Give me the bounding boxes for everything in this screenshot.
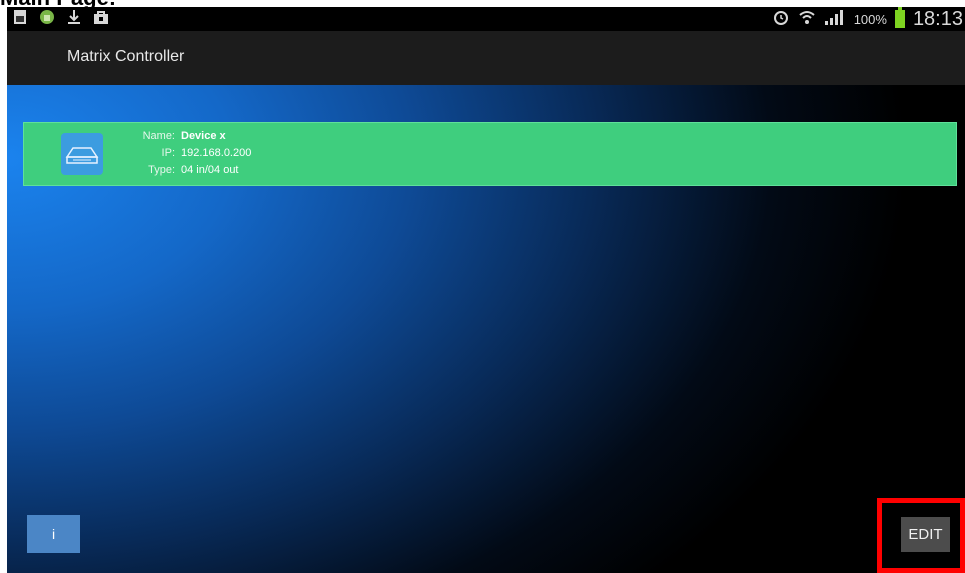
battery-percent: 100% <box>853 11 887 27</box>
android-icon <box>39 9 55 30</box>
device-name-label: Name: <box>142 130 175 142</box>
alarm-icon <box>772 8 790 31</box>
edit-button[interactable]: EDIT <box>901 517 950 552</box>
app-title: Matrix Controller <box>67 48 185 65</box>
device-list-item[interactable]: Name: IP: Type: Device x 192.168.0.200 0… <box>23 122 957 186</box>
status-bar-notifications <box>13 9 109 29</box>
wifi-icon <box>798 8 816 31</box>
status-bar-system: 100% 18:13 <box>772 7 963 31</box>
device-name-value: Device x <box>181 130 226 142</box>
shopping-bag-icon <box>93 9 109 30</box>
battery-icon <box>894 7 905 28</box>
device-labels: Name: IP: Type: <box>24 128 175 179</box>
device-screen: 100% 18:13 Matrix Controller Name: IP: T… <box>7 7 965 573</box>
status-time: 18:13 <box>912 7 963 30</box>
action-bar: Matrix Controller <box>7 31 965 85</box>
device-ip-value: 192.168.0.200 <box>181 147 252 159</box>
info-button[interactable]: i <box>27 515 80 553</box>
device-values: Device x 192.168.0.200 04 in/04 out <box>181 128 251 179</box>
device-ip-label: IP: <box>161 147 175 159</box>
sim-card-icon <box>13 9 27 30</box>
status-bar: 100% 18:13 <box>7 7 965 31</box>
page-caption: Main Page: <box>0 0 116 9</box>
device-type-label: Type: <box>148 164 175 176</box>
download-icon <box>67 9 81 30</box>
signal-icon <box>824 8 846 31</box>
device-type-value: 04 in/04 out <box>181 164 239 176</box>
